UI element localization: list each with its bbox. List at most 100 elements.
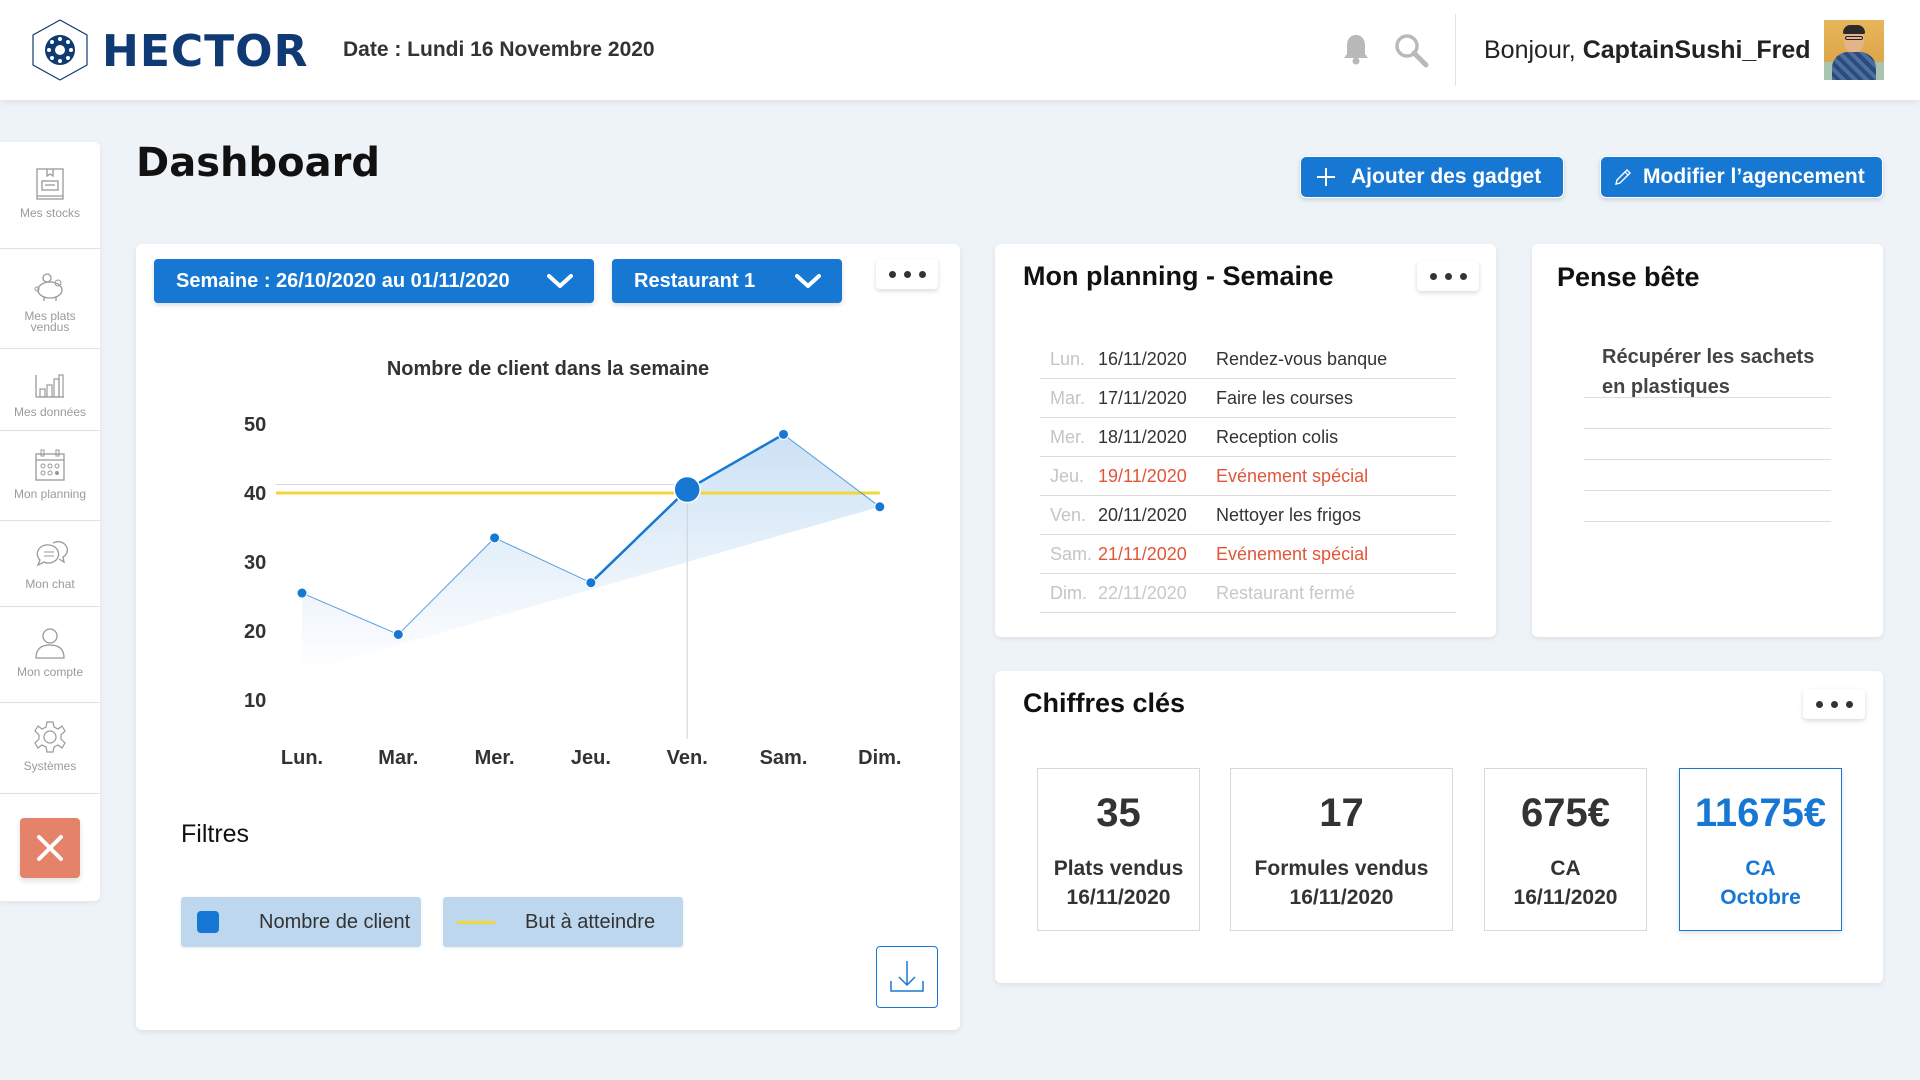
x-tick-label: Sam. <box>760 747 808 769</box>
kpi-tile-highlighted[interactable]: 11675€ CA Octobre <box>1679 768 1842 931</box>
kpi-label-text: Formules vendus <box>1254 857 1429 880</box>
planning-date: 18/11/2020 <box>1098 426 1187 447</box>
planning-task: Evénement spécial <box>1216 543 1369 564</box>
notes-card: Pense bête Récupérer les sachets en plas… <box>1532 244 1883 637</box>
highlighted-data-point[interactable] <box>673 475 701 504</box>
download-icon <box>890 961 924 992</box>
dot-icon <box>1815 700 1823 708</box>
close-icon <box>37 835 63 861</box>
planning-row[interactable]: Jeu. 19/11/2020 Evénement spécial <box>1040 457 1456 496</box>
sidebar-item-stocks[interactable]: Mes stocks <box>0 142 100 249</box>
sidebar-item-systemes[interactable]: Systèmes <box>0 703 100 794</box>
data-point[interactable] <box>296 587 308 599</box>
kpi-value: 11675€ <box>1694 791 1827 835</box>
kpi-tile[interactable]: 675€ CA 16/11/2020 <box>1484 768 1647 931</box>
sidebar-item-donnees[interactable]: Mes données <box>0 349 100 431</box>
x-tick-label: Ven. <box>667 747 708 769</box>
edit-layout-button[interactable]: Modifier l’agencement <box>1600 156 1883 198</box>
planning-date: 22/11/2020 <box>1098 582 1187 603</box>
dot-icon <box>1429 272 1437 280</box>
planning-date: 17/11/2020 <box>1098 387 1187 408</box>
planning-table: Lun. 16/11/2020 Rendez-vous banque Mar. 17/… <box>1040 340 1456 613</box>
planning-day: Jeu. <box>1050 465 1085 486</box>
kpi-label-text: Plats vendus <box>1053 857 1184 880</box>
x-tick-label: Dim. <box>858 747 901 769</box>
kpi-tile[interactable]: 17 Formules vendus 16/11/2020 <box>1230 768 1453 931</box>
sidebar-label: Mes plats vendus <box>24 309 76 334</box>
planning-date: 19/11/2020 <box>1098 465 1187 486</box>
planning-task: Reception colis <box>1216 426 1339 447</box>
chat-icon <box>36 541 68 567</box>
username: CaptainSushi_Fred <box>1582 36 1811 64</box>
chart-card: Semaine : 26/10/2020 au 01/11/2020 Resta… <box>136 244 960 1030</box>
data-point[interactable] <box>489 532 501 544</box>
planning-task: Evénement spécial <box>1216 465 1369 486</box>
kpi-sub-text: 16/11/2020 <box>1513 886 1618 909</box>
y-tick-label: 20 <box>244 621 266 643</box>
kpi-tile[interactable]: 35 Plats vendus 16/11/2020 <box>1037 768 1200 931</box>
sidebar-label: Mes stocks <box>19 206 80 220</box>
kpi-sub-text: 16/11/2020 <box>1066 886 1171 909</box>
sidebar-item-compte[interactable]: Mon compte <box>0 607 100 703</box>
x-tick-label: Lun. <box>281 747 323 769</box>
bell-icon[interactable] <box>1342 32 1370 66</box>
filters-title: Filtres <box>181 820 250 848</box>
planning-row[interactable]: Mer. 18/11/2020 Reception colis <box>1040 418 1456 457</box>
series-area <box>302 434 880 673</box>
data-point[interactable] <box>585 577 597 589</box>
greeting-prefix: Bonjour, <box>1484 36 1583 64</box>
planning-task: Restaurant fermé <box>1216 582 1356 603</box>
top-header: HECTOR Date : Lundi 16 Novembre 2020 Bon… <box>0 0 1920 100</box>
header-divider <box>1455 14 1456 86</box>
data-point[interactable] <box>874 501 886 513</box>
note-text[interactable]: Récupérer les sachets en plastiques <box>1602 342 1842 402</box>
dot-icon <box>1444 272 1452 280</box>
sidebar-item-chat[interactable]: Mon chat <box>0 521 100 607</box>
kpi-label: Formules vendus 16/11/2020 <box>1255 854 1429 912</box>
kpi-label: CA 16/11/2020 <box>1514 854 1618 912</box>
download-button[interactable] <box>876 946 938 1008</box>
page-title: Dashboard <box>136 140 380 186</box>
sidebar-label: Mon planning <box>13 487 87 501</box>
planning-row[interactable]: Mar. 17/11/2020 Faire les courses <box>1040 379 1456 418</box>
legend-swatch-square <box>197 911 219 933</box>
legend-swatch-line <box>457 920 495 924</box>
avatar[interactable] <box>1824 20 1884 80</box>
planning-more-button[interactable] <box>1417 261 1479 291</box>
add-gadget-label: Ajouter des gadget <box>1351 165 1542 188</box>
sidebar-item-plats-vendus[interactable]: Mes plats vendus <box>0 249 100 349</box>
plus-icon <box>1317 168 1335 186</box>
planning-day: Mar. <box>1050 387 1086 408</box>
sidebar-item-planning[interactable]: Mon planning <box>0 431 100 521</box>
kpi-sub-text: Octobre <box>1720 886 1801 909</box>
piggy-bank-icon <box>34 273 63 301</box>
data-point[interactable] <box>778 428 789 440</box>
search-icon[interactable] <box>1393 32 1429 68</box>
user-greeting: Bonjour, CaptainSushi_Fred <box>1484 36 1811 65</box>
planning-row[interactable]: Ven. 20/11/2020 Nettoyer les frigos <box>1040 496 1456 535</box>
planning-date: 16/11/2020 <box>1098 348 1187 369</box>
data-point[interactable] <box>392 628 404 640</box>
key-figures-title: Chiffres clés <box>1023 688 1186 718</box>
planning-day: Ven. <box>1050 504 1087 525</box>
chart-title: Nombre de client dans la semaine <box>387 358 709 380</box>
planning-row[interactable]: Sam. 21/11/2020 Evénement spécial <box>1040 535 1456 574</box>
legend-filter-goal[interactable]: But à atteindre <box>443 897 683 947</box>
planning-row[interactable]: Lun. 16/11/2020 Rendez-vous banque <box>1040 340 1456 379</box>
kpi-label: CA Octobre <box>1720 854 1801 912</box>
y-tick-label: 30 <box>244 552 266 574</box>
y-tick-label: 40 <box>244 483 266 505</box>
legend-filter-clients[interactable]: Nombre de client <box>181 897 421 947</box>
planning-day: Sam. <box>1050 543 1093 564</box>
key-figures-more-button[interactable] <box>1803 689 1865 719</box>
bar-chart-icon <box>35 374 64 398</box>
brand-name: HECTOR <box>102 26 309 77</box>
close-button[interactable] <box>20 818 80 878</box>
planning-row[interactable]: Dim. 22/11/2020 Restaurant fermé <box>1040 574 1456 613</box>
add-gadget-button[interactable]: Ajouter des gadget <box>1300 156 1564 198</box>
y-tick-label: 10 <box>244 690 266 712</box>
user-icon <box>35 628 65 659</box>
legend-label: Nombre de client <box>259 910 411 933</box>
x-tick-label: Mer. <box>475 747 515 769</box>
planning-date: 20/11/2020 <box>1098 504 1187 525</box>
